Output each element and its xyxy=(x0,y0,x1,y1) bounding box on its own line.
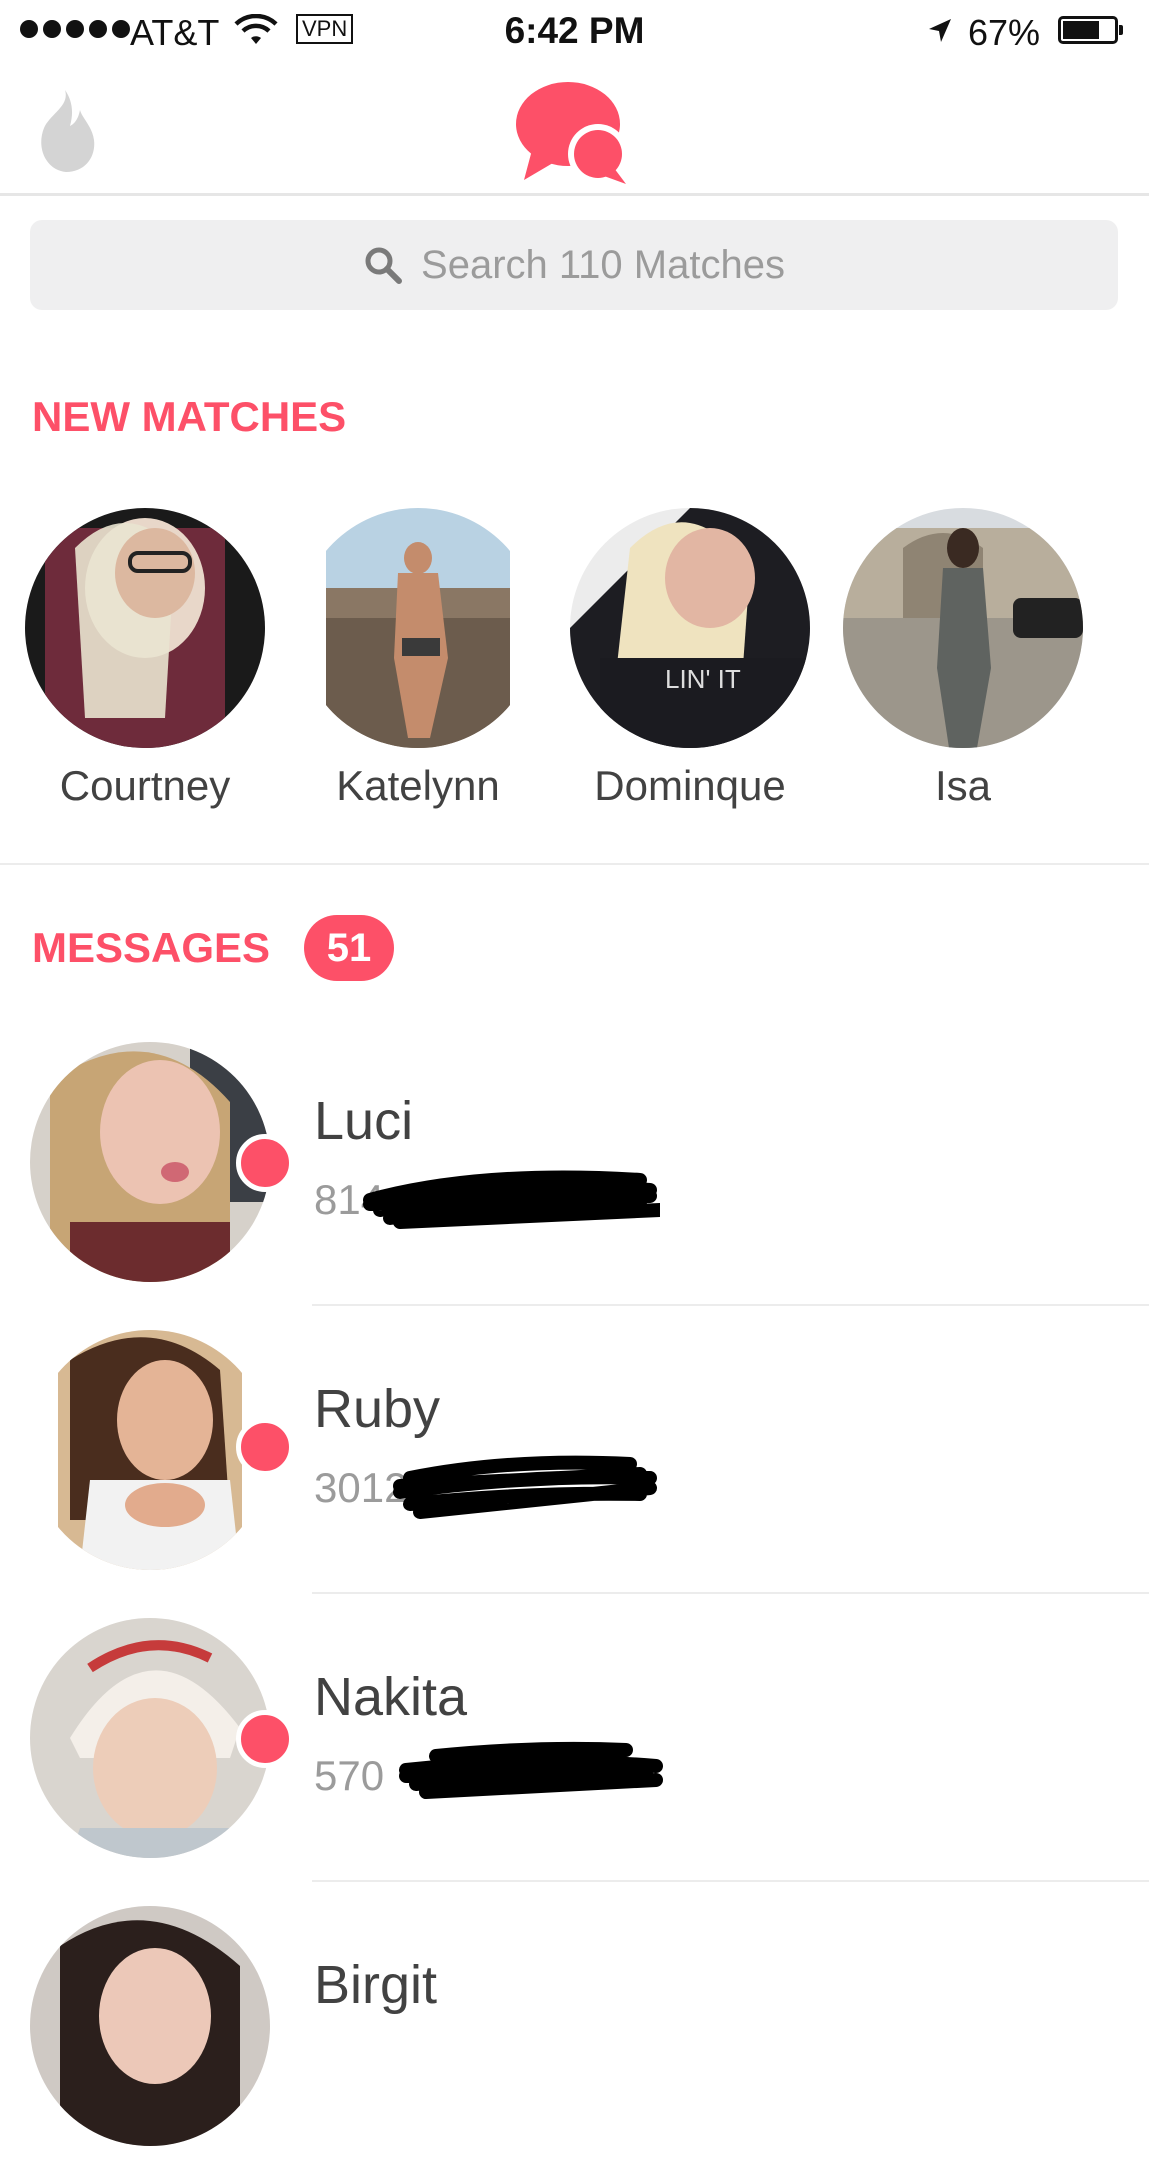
search-placeholder: Search 110 Matches xyxy=(421,242,785,287)
row-divider xyxy=(312,1592,1149,1594)
avatar xyxy=(25,508,265,748)
avatar xyxy=(30,1042,270,1282)
unread-indicator xyxy=(236,1134,294,1192)
match-name: Courtney xyxy=(59,762,231,809)
new-match-katelynn[interactable] xyxy=(298,508,538,748)
avatar xyxy=(30,1906,270,2146)
match-name: Katelynn xyxy=(336,762,500,809)
message-preview: 570 xyxy=(314,1752,385,1799)
new-match-dominque[interactable]: LIN' IT xyxy=(570,508,810,748)
avatar xyxy=(30,1618,270,1858)
search-icon xyxy=(365,247,403,284)
section-divider xyxy=(0,863,1149,865)
message-sender-name: Ruby xyxy=(314,1379,441,1439)
svg-text:LIN' IT: LIN' IT xyxy=(665,664,741,694)
message-sender-name: Luci xyxy=(314,1091,414,1151)
new-match-courtney[interactable] xyxy=(25,508,265,748)
message-row-birgit[interactable]: Birgit xyxy=(0,1884,1149,2172)
message-row-nakita[interactable]: Nakita 570 xyxy=(0,1596,1149,1884)
new-matches-heading: NEW MATCHES xyxy=(32,393,347,440)
row-divider xyxy=(312,1880,1149,1882)
unread-indicator xyxy=(236,1710,294,1768)
message-sender-name: Nakita xyxy=(314,1667,468,1727)
avatar xyxy=(298,508,538,748)
avatar xyxy=(30,1330,270,1570)
match-name: Dominque xyxy=(594,762,786,809)
redaction-scribble xyxy=(363,1170,660,1229)
match-name: Isa xyxy=(934,762,992,809)
status-bar: AT&T VPN 6:42 PM 67% xyxy=(0,0,1149,64)
location-arrow-icon xyxy=(929,19,951,42)
unread-indicator xyxy=(236,1418,294,1476)
battery-percentage: 67% xyxy=(968,12,1041,53)
redaction-scribble xyxy=(399,1741,663,1799)
messages-count-badge: 51 xyxy=(304,915,394,981)
flame-icon[interactable] xyxy=(30,86,100,176)
message-row-ruby[interactable]: Ruby 3012 xyxy=(0,1308,1149,1596)
row-divider xyxy=(312,1304,1149,1306)
nav-bar xyxy=(0,64,1149,196)
redaction-scribble xyxy=(393,1455,657,1519)
avatar: LIN' IT xyxy=(570,508,810,748)
search-input[interactable]: Search 110 Matches xyxy=(30,220,1118,310)
chat-bubbles-icon[interactable] xyxy=(514,80,634,190)
message-row-luci[interactable]: Luci 814 xyxy=(0,1020,1149,1308)
messages-heading: MESSAGES xyxy=(32,924,271,971)
new-match-isa[interactable] xyxy=(843,508,1083,748)
battery-tip xyxy=(1119,25,1123,35)
battery-icon xyxy=(1058,16,1118,44)
message-sender-name: Birgit xyxy=(314,1955,438,2015)
avatar xyxy=(843,508,1083,748)
